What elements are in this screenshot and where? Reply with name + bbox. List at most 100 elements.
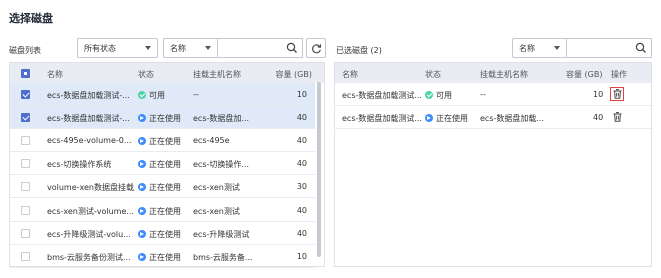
refresh-button[interactable] [306, 38, 326, 58]
host-name: ecs-495e [193, 136, 230, 146]
row-checkbox[interactable] [21, 90, 30, 99]
host-name: ecs-xen测试 [193, 206, 240, 216]
row-checkbox[interactable] [21, 182, 30, 192]
table-row[interactable]: bms-云服务备份测试... 正在使用 bms-云服务备... 10 [10, 245, 315, 268]
search-icon[interactable] [286, 42, 298, 54]
disk-name: volume-xen数据盘挂载 [47, 183, 135, 193]
status-text: 正在使用 [149, 252, 181, 262]
status-text: 正在使用 [149, 229, 181, 239]
host-name: bms-云服务备... [193, 252, 253, 262]
in-use-status-icon [138, 137, 146, 146]
row-checkbox[interactable] [21, 205, 30, 215]
in-use-status-icon [138, 206, 146, 215]
in-use-status-icon [138, 252, 146, 261]
host-name: ecs-xen测试 [193, 183, 240, 193]
disk-name: ecs-升降级测试-volu... [47, 229, 131, 239]
table-row[interactable]: ecs-495e-volume-0... 正在使用 ecs-495e 40 [10, 129, 315, 153]
disk-name: ecs-495e-volume-0... [47, 136, 132, 146]
status-text: 正在使用 [436, 114, 468, 124]
column-header-status: 状态 [138, 70, 154, 79]
in-use-status-icon [138, 160, 146, 169]
disk-name: ecs-xen测试-volume... [47, 206, 135, 216]
table-row[interactable]: ecs-数据盘加载测试-... 正在使用 ecs-数据盘加... 40 [10, 106, 315, 130]
capacity: 40 [296, 113, 307, 123]
host-name: ecs-数据盘加... [193, 114, 250, 124]
host-name: -- [480, 90, 486, 99]
field-filter-value: 名称 [170, 43, 186, 53]
status-cell: 正在使用 [138, 206, 181, 217]
host-name: -- [193, 90, 199, 99]
chevron-down-icon [554, 46, 560, 50]
disk-name: ecs-数据盘加载测试... [342, 114, 423, 124]
disk-list-label: 磁盘列表 [9, 46, 41, 55]
status-cell: 正在使用 [138, 252, 181, 263]
in-use-status-icon [425, 114, 433, 123]
available-status-icon [425, 91, 433, 99]
field-filter-select[interactable]: 名称 [163, 38, 218, 58]
status-cell: 正在使用 [425, 113, 468, 124]
table-row[interactable]: ecs-切换操作系统 正在使用 ecs-切换操作... 40 [10, 152, 315, 176]
table-header: 名称 状态 挂载主机名称 容量 (GB) 操作 [335, 63, 651, 83]
selected-field-filter-select[interactable]: 名称 [512, 38, 567, 58]
dialog-title: 选择磁盘 [9, 12, 53, 25]
selected-disks-label: 已选磁盘 (2) [336, 46, 382, 55]
remove-disk-button[interactable] [610, 87, 624, 101]
status-text: 正在使用 [149, 206, 181, 216]
scrollbar[interactable] [317, 82, 321, 257]
status-filter-value: 所有状态 [84, 43, 116, 53]
capacity: 40 [593, 113, 604, 123]
row-checkbox[interactable] [21, 251, 30, 261]
table-row: ecs-数据盘加载测试... 可用 -- 10 [335, 83, 651, 106]
row-checkbox[interactable] [21, 136, 30, 146]
status-text: 正在使用 [149, 183, 181, 193]
host-name: ecs-数据盘加载... [480, 114, 545, 124]
selected-field-filter-value: 名称 [519, 43, 535, 53]
status-cell: 正在使用 [138, 159, 181, 170]
select-all-checkbox[interactable] [21, 69, 30, 78]
column-header-action: 操作 [611, 70, 627, 79]
capacity: 10 [296, 90, 307, 99]
disk-name: ecs-切换操作系统 [47, 160, 112, 170]
disk-name: ecs-数据盘加载测试-... [47, 91, 130, 100]
chevron-down-icon [205, 46, 211, 50]
status-filter-select[interactable]: 所有状态 [77, 38, 158, 58]
status-cell: 可用 [138, 90, 165, 101]
row-checkbox[interactable] [21, 159, 30, 169]
search-icon[interactable] [635, 42, 647, 54]
table-row: ecs-数据盘加载测试... 正在使用 ecs-数据盘加载... 40 [335, 106, 651, 130]
table-header: 名称 状态 挂载主机名称 容量 (GB) [10, 63, 324, 83]
capacity: 40 [296, 205, 307, 215]
selected-disks-table: 名称 状态 挂载主机名称 容量 (GB) 操作 ecs-数据盘加载测试... 可用… [335, 63, 651, 266]
in-use-status-icon [138, 183, 146, 192]
remove-disk-button[interactable] [610, 110, 624, 124]
row-checkbox[interactable] [21, 113, 30, 123]
disk-list-table: 名称 状态 挂载主机名称 容量 (GB) ecs-数据盘加载测试-... 可用 --… [10, 63, 324, 268]
column-header-host: 挂载主机名称 [193, 70, 241, 79]
status-cell: 正在使用 [138, 182, 181, 193]
row-checkbox[interactable] [21, 228, 30, 238]
table-row[interactable]: volume-xen数据盘挂载 正在使用 ecs-xen测试 30 [10, 175, 315, 199]
capacity: 30 [296, 182, 307, 192]
column-header-capacity: 容量 (GB) [275, 70, 312, 79]
status-cell: 正在使用 [138, 113, 181, 124]
capacity: 40 [296, 228, 307, 238]
chevron-down-icon [145, 46, 151, 50]
capacity: 40 [296, 136, 307, 146]
column-header-status: 状态 [425, 70, 441, 79]
trash-icon [613, 89, 621, 99]
disk-name: bms-云服务备份测试... [47, 252, 131, 262]
capacity: 10 [593, 90, 604, 99]
table-row[interactable]: ecs-xen测试-volume... 正在使用 ecs-xen测试 40 [10, 199, 315, 222]
trash-icon [613, 112, 621, 122]
available-status-icon [138, 91, 146, 99]
table-row[interactable]: ecs-数据盘加载测试-... 可用 -- 10 [10, 83, 315, 106]
status-cell: 可用 [425, 90, 452, 101]
refresh-icon [311, 43, 321, 53]
in-use-status-icon [138, 114, 146, 123]
status-text: 正在使用 [149, 137, 181, 147]
host-name: ecs-切换操作... [193, 160, 250, 170]
status-text: 可用 [149, 91, 165, 100]
capacity: 40 [296, 159, 307, 169]
table-row[interactable]: ecs-升降级测试-volu... 正在使用 ecs-升降级测试 40 [10, 222, 315, 245]
disk-name: ecs-数据盘加载测试... [342, 91, 423, 100]
